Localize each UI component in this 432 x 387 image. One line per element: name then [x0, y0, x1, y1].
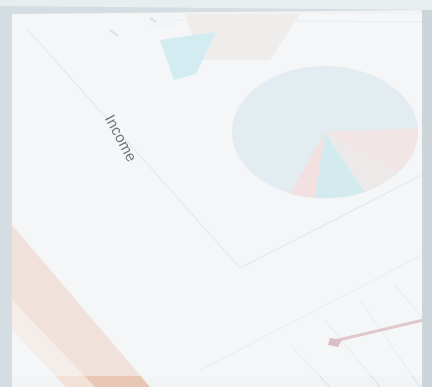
translucent-overlay [12, 14, 422, 376]
photo-frame: Income [0, 0, 432, 387]
